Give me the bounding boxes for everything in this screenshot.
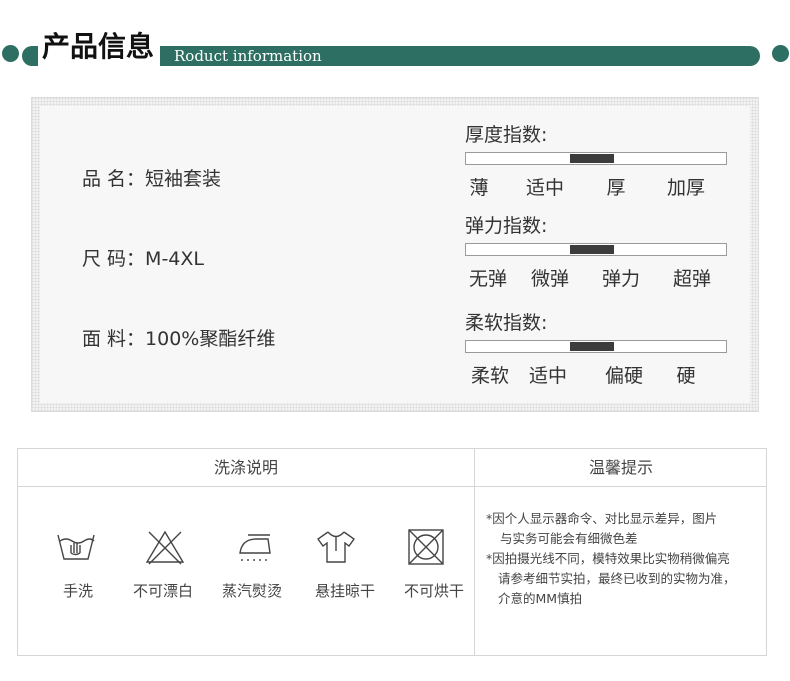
softness-index-bar	[465, 340, 727, 353]
elasticity-index-fill	[570, 245, 615, 254]
thickness-level: 厚	[606, 177, 626, 199]
elasticity-level: 微弹	[530, 268, 570, 290]
no-tumble-dry-icon	[408, 529, 444, 565]
care-label: 手洗	[62, 582, 94, 600]
elasticity-index-title: 弹力指数:	[465, 215, 548, 237]
header-divider	[18, 486, 766, 487]
tips-header: 温馨提示	[588, 458, 653, 477]
softness-level: 硬	[676, 365, 696, 387]
thickness-index-title: 厚度指数:	[465, 124, 548, 146]
softness-level: 柔软	[470, 365, 510, 387]
tip-line: 介意的MM慎拍	[498, 591, 583, 606]
elasticity-index-bar	[465, 243, 727, 256]
care-label: 悬挂晾干	[314, 582, 376, 600]
spec-name: 品 名：短袖套装	[82, 164, 221, 191]
spec-name-value: 短袖套装	[145, 168, 222, 190]
care-header: 洗涤说明	[213, 458, 278, 477]
thickness-level: 加厚	[666, 177, 706, 199]
care-label: 蒸汽熨烫	[221, 582, 283, 600]
care-tips-table: 洗涤说明 温馨提示 手洗 不可漂白 蒸汽熨烫 悬挂晾干 不可烘干 *因个人显示器…	[17, 448, 767, 656]
thickness-level: 薄	[469, 177, 489, 199]
softness-index-title: 柔软指数:	[465, 312, 548, 334]
steam-iron-icon	[239, 534, 271, 561]
care-label: 不可漂白	[132, 582, 194, 600]
hand-wash-icon	[57, 534, 95, 560]
spec-material: 面 料：100%聚酯纤维	[82, 324, 275, 351]
tip-line: *因个人显示器命令、对比显示差异，图片	[486, 511, 718, 526]
no-bleach-icon	[145, 530, 185, 565]
spec-material-label: 面 料：	[82, 328, 146, 350]
softness-index-fill	[570, 342, 615, 351]
spec-size-value: M-4XL	[145, 248, 204, 270]
header-right-dot	[772, 45, 789, 62]
care-label: 不可烘干	[403, 582, 465, 600]
tip-line: 请参考细节实拍，最终已收到的实物为准，	[498, 571, 736, 586]
softness-level: 适中	[528, 365, 568, 387]
product-info-inner: 品 名：短袖套装 尺 码：M-4XL 面 料：100%聚酯纤维 厚度指数: 薄 …	[40, 106, 750, 403]
section-title-en: Roduct information	[174, 47, 322, 65]
elasticity-level: 无弹	[468, 268, 508, 290]
spec-size-label: 尺 码：	[82, 248, 146, 270]
spec-material-value: 100%聚酯纤维	[145, 328, 276, 350]
elasticity-level: 弹力	[601, 268, 641, 290]
section-title-cn: 产品信息	[38, 28, 161, 66]
spec-name-label: 品 名：	[82, 168, 146, 190]
tip-line: 与实务可能会有细微色差	[500, 531, 638, 546]
header-left-dot	[2, 45, 19, 62]
thickness-index-bar	[465, 152, 727, 165]
thickness-index-fill	[570, 154, 615, 163]
product-info-panel: 品 名：短袖套装 尺 码：M-4XL 面 料：100%聚酯纤维 厚度指数: 薄 …	[31, 97, 759, 412]
spec-size: 尺 码：M-4XL	[82, 244, 204, 271]
tip-line: *因拍摄光线不同，模特效果比实物稍微偏亮	[486, 551, 730, 566]
hang-dry-icon	[317, 531, 355, 563]
elasticity-level: 超弹	[672, 268, 712, 290]
softness-level: 偏硬	[604, 365, 644, 387]
thickness-level: 适中	[525, 177, 565, 199]
